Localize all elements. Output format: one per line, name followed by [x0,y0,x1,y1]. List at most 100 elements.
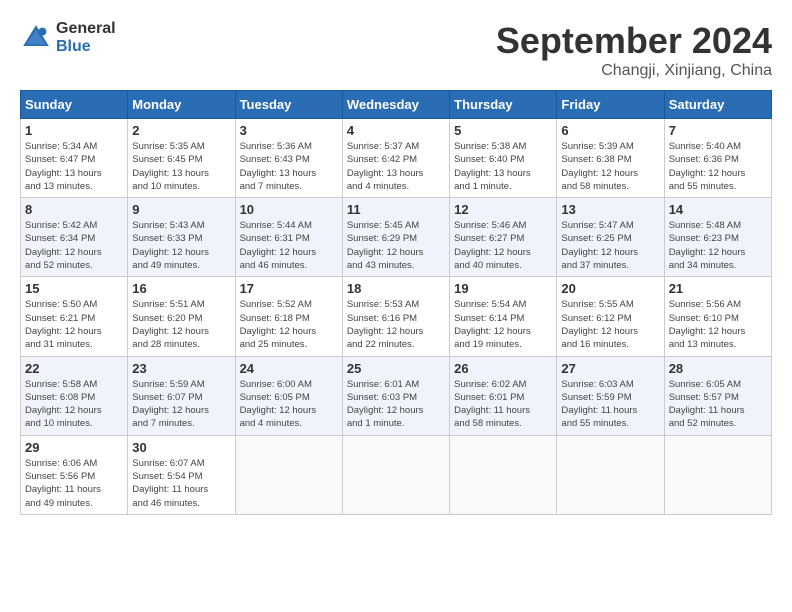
day-number: 16 [132,281,230,296]
day-info: Sunrise: 5:44 AM Sunset: 6:31 PM Dayligh… [240,219,338,272]
calendar-cell: 7 Sunrise: 5:40 AM Sunset: 6:36 PM Daylig… [664,119,771,198]
month-title: September 2024 [496,20,772,62]
day-info: Sunrise: 5:37 AM Sunset: 6:42 PM Dayligh… [347,140,445,193]
weekday-header: Sunday [21,91,128,119]
day-number: 3 [240,123,338,138]
day-number: 22 [25,361,123,376]
calendar-cell: 21 Sunrise: 5:56 AM Sunset: 6:10 PM Dayli… [664,277,771,356]
day-info: Sunrise: 6:07 AM Sunset: 5:54 PM Dayligh… [132,457,230,510]
day-info: Sunrise: 5:55 AM Sunset: 6:12 PM Dayligh… [561,298,659,351]
day-number: 23 [132,361,230,376]
day-number: 20 [561,281,659,296]
day-info: Sunrise: 5:47 AM Sunset: 6:25 PM Dayligh… [561,219,659,272]
day-info: Sunrise: 5:56 AM Sunset: 6:10 PM Dayligh… [669,298,767,351]
calendar-cell [235,435,342,514]
title-block: September 2024 Changji, Xinjiang, China [496,20,772,80]
day-info: Sunrise: 5:58 AM Sunset: 6:08 PM Dayligh… [25,378,123,431]
calendar-cell: 4Sunrise: 5:37 AM Sunset: 6:42 PM Daylig… [342,119,449,198]
calendar-cell: 6 Sunrise: 5:39 AM Sunset: 6:38 PM Daylig… [557,119,664,198]
calendar-cell: 8Sunrise: 5:42 AM Sunset: 6:34 PM Daylig… [21,198,128,277]
day-info: Sunrise: 5:51 AM Sunset: 6:20 PM Dayligh… [132,298,230,351]
day-number: 7 [669,123,767,138]
calendar-cell: 13 Sunrise: 5:47 AM Sunset: 6:25 PM Dayli… [557,198,664,277]
calendar-week-row: 15Sunrise: 5:50 AM Sunset: 6:21 PM Dayli… [21,277,772,356]
day-info: Sunrise: 5:39 AM Sunset: 6:38 PM Dayligh… [561,140,659,193]
calendar-cell: 24Sunrise: 6:00 AM Sunset: 6:05 PM Dayli… [235,356,342,435]
day-number: 25 [347,361,445,376]
calendar-cell: 27 Sunrise: 6:03 AM Sunset: 5:59 PM Dayli… [557,356,664,435]
calendar-week-row: 29 Sunrise: 6:06 AM Sunset: 5:56 PM Dayli… [21,435,772,514]
calendar-cell: 18 Sunrise: 5:53 AM Sunset: 6:16 PM Dayli… [342,277,449,356]
day-number: 15 [25,281,123,296]
day-info: Sunrise: 5:53 AM Sunset: 6:16 PM Dayligh… [347,298,445,351]
day-number: 21 [669,281,767,296]
calendar-cell: 9 Sunrise: 5:43 AM Sunset: 6:33 PM Daylig… [128,198,235,277]
day-number: 27 [561,361,659,376]
calendar-cell: 20 Sunrise: 5:55 AM Sunset: 6:12 PM Dayli… [557,277,664,356]
logo-general: General [56,20,116,38]
calendar-week-row: 1Sunrise: 5:34 AM Sunset: 6:47 PM Daylig… [21,119,772,198]
calendar-cell: 10 Sunrise: 5:44 AM Sunset: 6:31 PM Dayli… [235,198,342,277]
logo-blue: Blue [56,38,116,56]
day-number: 9 [132,202,230,217]
day-info: Sunrise: 5:36 AM Sunset: 6:43 PM Dayligh… [240,140,338,193]
calendar-cell: 16 Sunrise: 5:51 AM Sunset: 6:20 PM Dayli… [128,277,235,356]
weekday-header: Tuesday [235,91,342,119]
day-number: 14 [669,202,767,217]
calendar-cell: 17 Sunrise: 5:52 AM Sunset: 6:18 PM Dayli… [235,277,342,356]
day-info: Sunrise: 5:34 AM Sunset: 6:47 PM Dayligh… [25,140,123,193]
calendar-cell [664,435,771,514]
day-number: 11 [347,202,445,217]
day-info: Sunrise: 6:06 AM Sunset: 5:56 PM Dayligh… [25,457,123,510]
weekday-header: Saturday [664,91,771,119]
day-number: 18 [347,281,445,296]
calendar-cell: 30 Sunrise: 6:07 AM Sunset: 5:54 PM Dayli… [128,435,235,514]
day-number: 10 [240,202,338,217]
day-info: Sunrise: 5:52 AM Sunset: 6:18 PM Dayligh… [240,298,338,351]
day-info: Sunrise: 5:40 AM Sunset: 6:36 PM Dayligh… [669,140,767,193]
day-info: Sunrise: 6:05 AM Sunset: 5:57 PM Dayligh… [669,378,767,431]
day-info: Sunrise: 6:02 AM Sunset: 6:01 PM Dayligh… [454,378,552,431]
logo-icon [20,22,52,54]
calendar-cell: 25Sunrise: 6:01 AM Sunset: 6:03 PM Dayli… [342,356,449,435]
day-number: 30 [132,440,230,455]
day-number: 8 [25,202,123,217]
day-number: 13 [561,202,659,217]
logo-text: General Blue [56,20,116,55]
day-number: 2 [132,123,230,138]
day-number: 28 [669,361,767,376]
day-info: Sunrise: 5:43 AM Sunset: 6:33 PM Dayligh… [132,219,230,272]
calendar-cell: 5 Sunrise: 5:38 AM Sunset: 6:40 PM Daylig… [450,119,557,198]
weekday-header: Thursday [450,91,557,119]
calendar-cell: 23 Sunrise: 5:59 AM Sunset: 6:07 PM Dayli… [128,356,235,435]
calendar-cell: 26Sunrise: 6:02 AM Sunset: 6:01 PM Dayli… [450,356,557,435]
calendar-cell [342,435,449,514]
day-info: Sunrise: 6:00 AM Sunset: 6:05 PM Dayligh… [240,378,338,431]
day-info: Sunrise: 5:59 AM Sunset: 6:07 PM Dayligh… [132,378,230,431]
calendar-week-row: 8Sunrise: 5:42 AM Sunset: 6:34 PM Daylig… [21,198,772,277]
day-info: Sunrise: 5:46 AM Sunset: 6:27 PM Dayligh… [454,219,552,272]
page-header: General Blue September 2024 Changji, Xin… [20,20,772,80]
day-number: 6 [561,123,659,138]
calendar-cell: 3 Sunrise: 5:36 AM Sunset: 6:43 PM Daylig… [235,119,342,198]
calendar-week-row: 22 Sunrise: 5:58 AM Sunset: 6:08 PM Dayli… [21,356,772,435]
weekday-header: Friday [557,91,664,119]
day-number: 17 [240,281,338,296]
calendar-cell: 1Sunrise: 5:34 AM Sunset: 6:47 PM Daylig… [21,119,128,198]
day-info: Sunrise: 5:38 AM Sunset: 6:40 PM Dayligh… [454,140,552,193]
calendar-cell: 14Sunrise: 5:48 AM Sunset: 6:23 PM Dayli… [664,198,771,277]
day-number: 29 [25,440,123,455]
calendar-cell [450,435,557,514]
day-info: Sunrise: 6:03 AM Sunset: 5:59 PM Dayligh… [561,378,659,431]
location: Changji, Xinjiang, China [496,62,772,80]
calendar-cell: 12Sunrise: 5:46 AM Sunset: 6:27 PM Dayli… [450,198,557,277]
calendar-cell: 2 Sunrise: 5:35 AM Sunset: 6:45 PM Daylig… [128,119,235,198]
calendar-cell: 15Sunrise: 5:50 AM Sunset: 6:21 PM Dayli… [21,277,128,356]
calendar-cell: 19Sunrise: 5:54 AM Sunset: 6:14 PM Dayli… [450,277,557,356]
calendar-cell: 28 Sunrise: 6:05 AM Sunset: 5:57 PM Dayli… [664,356,771,435]
calendar-cell: 11Sunrise: 5:45 AM Sunset: 6:29 PM Dayli… [342,198,449,277]
day-number: 19 [454,281,552,296]
calendar-cell: 22 Sunrise: 5:58 AM Sunset: 6:08 PM Dayli… [21,356,128,435]
day-number: 5 [454,123,552,138]
day-info: Sunrise: 5:35 AM Sunset: 6:45 PM Dayligh… [132,140,230,193]
